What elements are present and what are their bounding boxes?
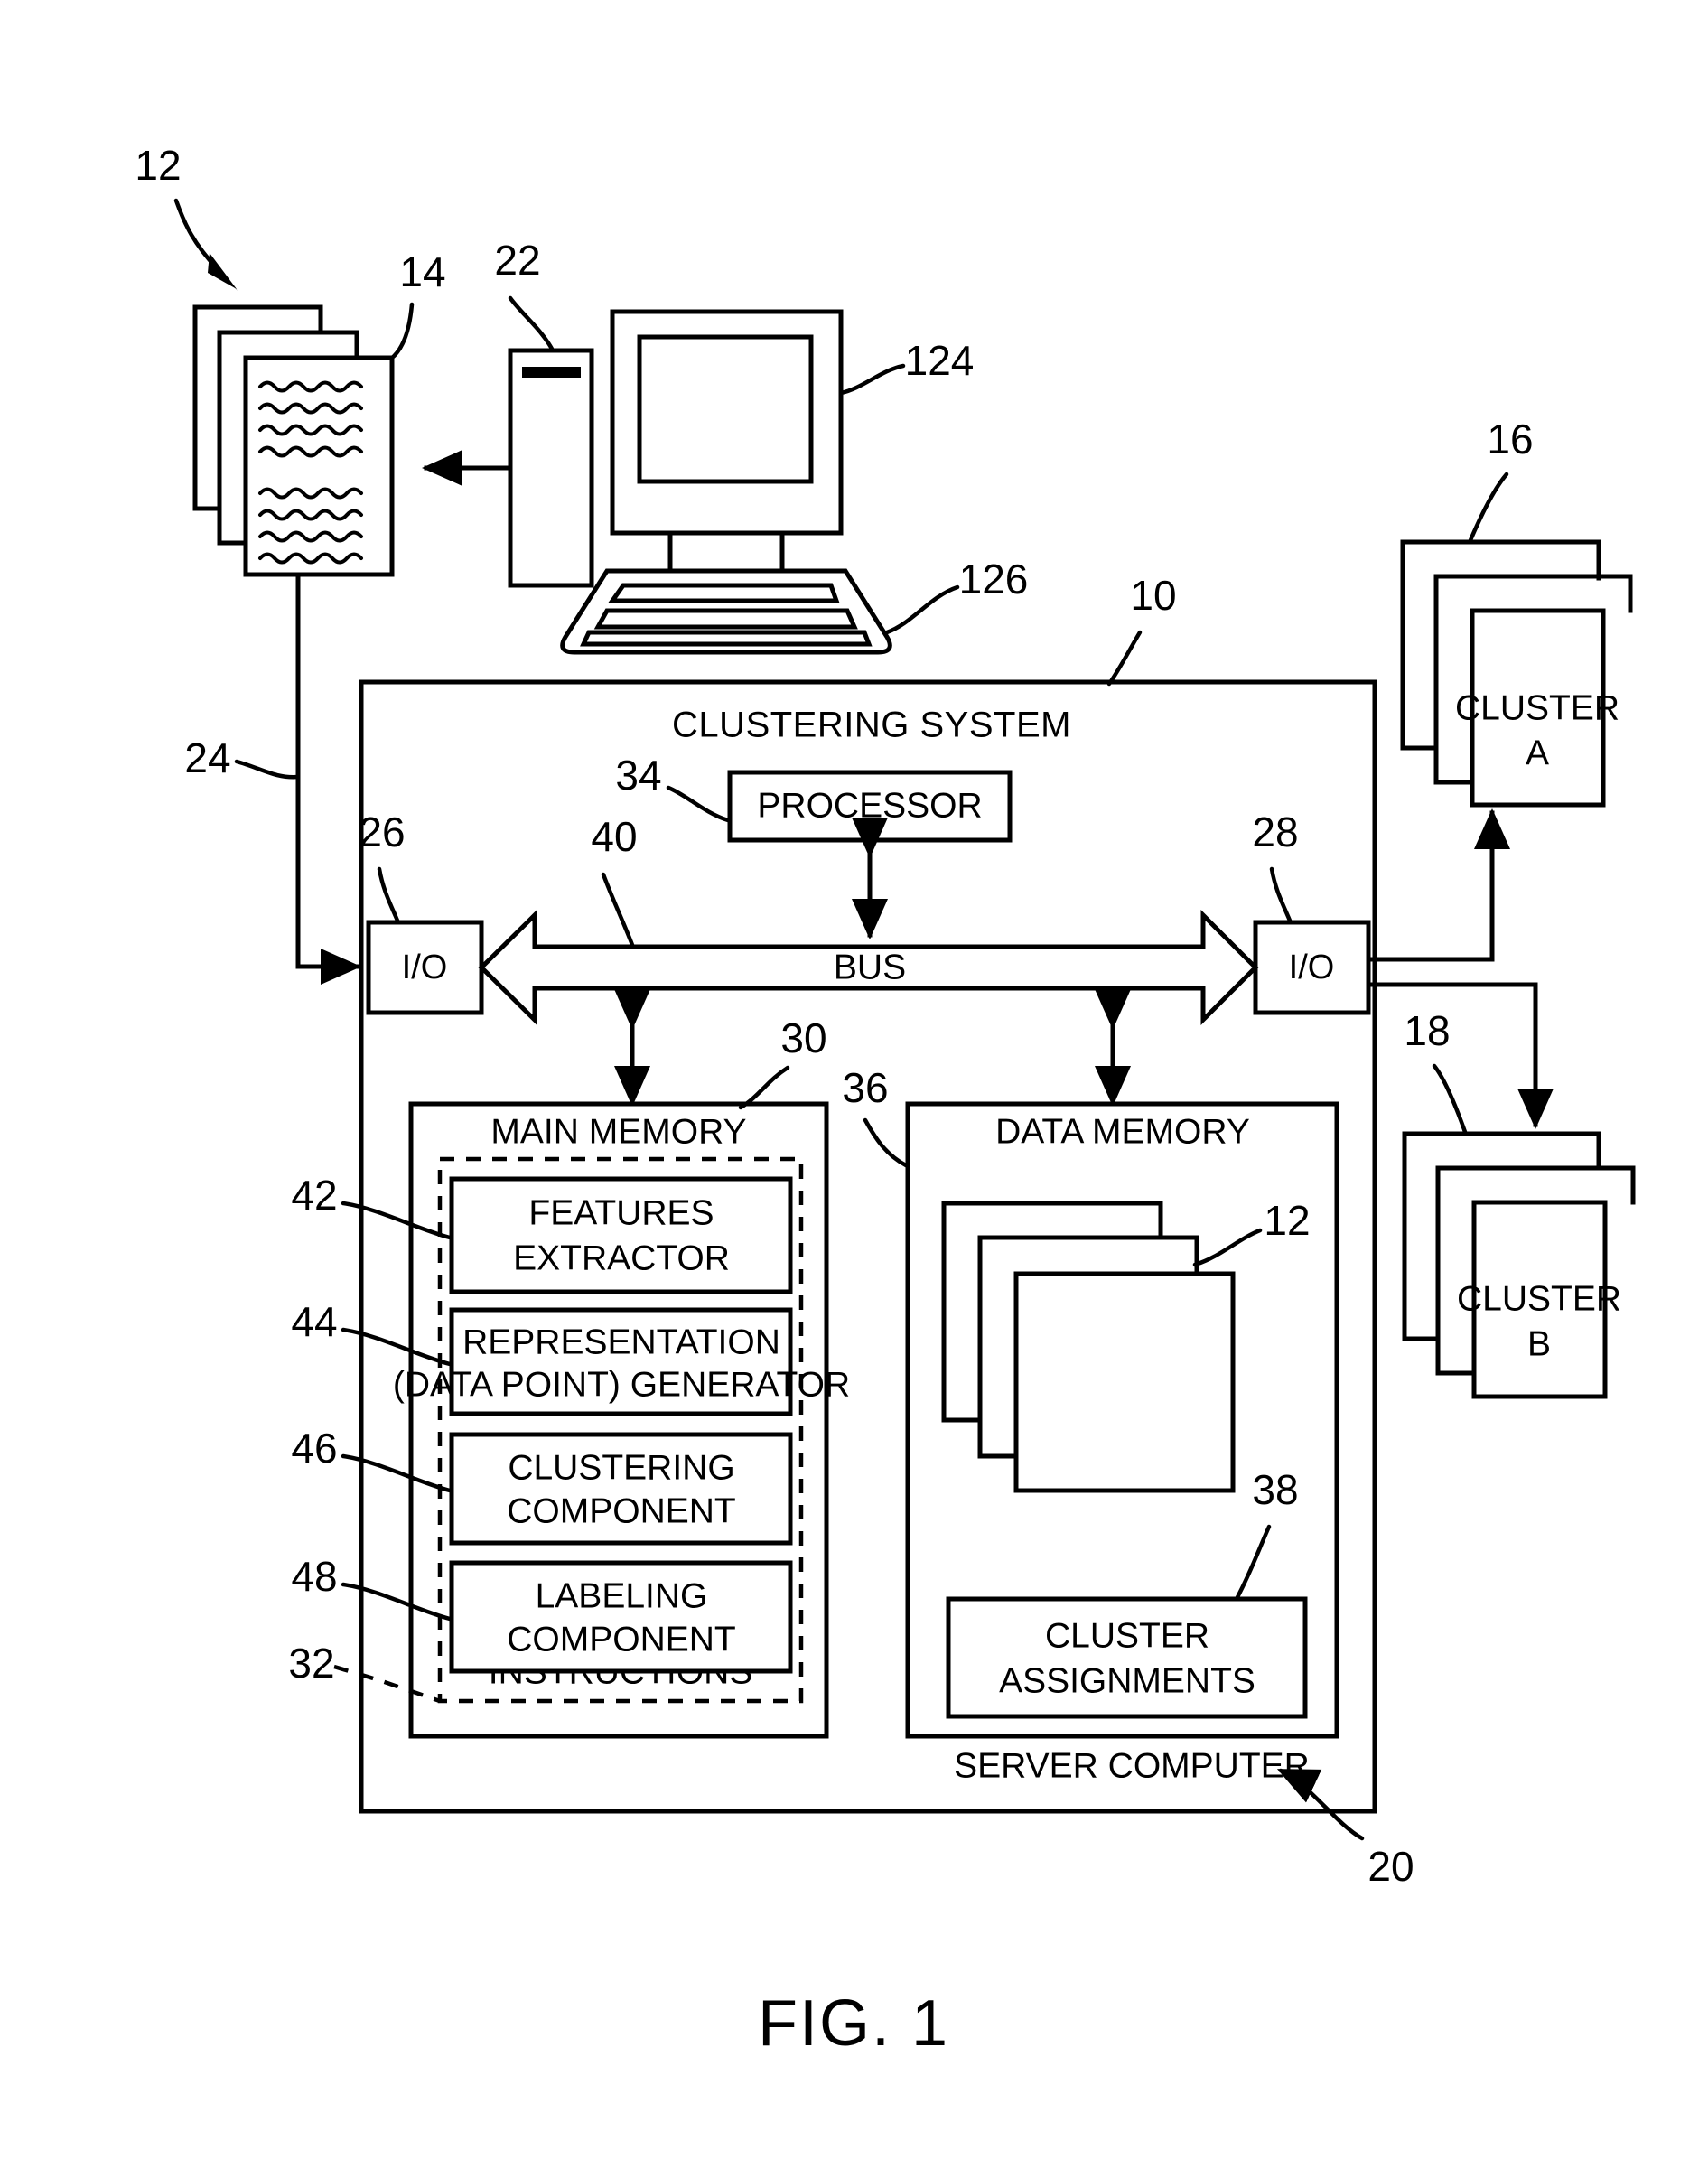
- representation-line1: REPRESENTATION: [462, 1323, 780, 1361]
- ref-num-24: 24: [184, 734, 230, 781]
- ref-22-leader: [508, 295, 555, 353]
- front-document: [243, 355, 395, 577]
- ref-num-46: 46: [291, 1425, 337, 1472]
- cluster-a-stack: CLUSTER A: [1400, 539, 1633, 808]
- ref-num-22: 22: [494, 237, 540, 284]
- ref-12-leader: [173, 198, 238, 291]
- ref-num-20: 20: [1367, 1843, 1414, 1890]
- ref-124-leader: [838, 363, 906, 396]
- labeling-component-line1: LABELING: [536, 1576, 708, 1615]
- ref-num-16: 16: [1487, 416, 1533, 463]
- cluster-b-line2: B: [1527, 1324, 1551, 1363]
- ref-num-126: 126: [959, 556, 1029, 603]
- figure-canvas: 12 14 22 124 126 24 10 CLUSTERING SYSTEM…: [135, 142, 1636, 2060]
- client-monitor: [610, 309, 844, 574]
- cluster-assignments-line1: CLUSTER: [1045, 1616, 1209, 1655]
- ref-18-leader: [1432, 1063, 1468, 1135]
- ref-10-leader: [1106, 630, 1143, 687]
- ref-num-28: 28: [1252, 808, 1298, 855]
- ref-num-12: 12: [135, 142, 181, 189]
- ref-num-36: 36: [842, 1064, 888, 1111]
- document-stack: [192, 304, 395, 577]
- ref-num-124: 124: [905, 337, 975, 384]
- server-computer-label: SERVER COMPUTER: [954, 1746, 1310, 1785]
- ref-num-40: 40: [591, 813, 637, 860]
- io-to-cluster-a-path: [1366, 808, 1510, 962]
- cluster-b-stack: CLUSTER B: [1402, 1131, 1636, 1399]
- ref-num-42: 42: [291, 1172, 337, 1219]
- io-right-label: I/O: [1289, 949, 1335, 986]
- data-point-front: [1013, 1271, 1236, 1493]
- clustering-component-line1: CLUSTERING: [508, 1448, 734, 1487]
- figure-caption: FIG. 1: [758, 1987, 949, 2060]
- tower-slot: [522, 367, 581, 378]
- cluster-a-line2: A: [1526, 734, 1549, 772]
- ref-16-leader: [1468, 472, 1509, 543]
- ref-num-44: 44: [291, 1298, 337, 1345]
- monitor-screen: [637, 334, 814, 484]
- labeling-component-line2: COMPONENT: [507, 1620, 736, 1659]
- client-computer-tower: [508, 348, 594, 588]
- patent-figure-1: 12 14 22 124 126 24 10 CLUSTERING SYSTEM…: [0, 0, 1708, 2159]
- ref-num-48: 48: [291, 1553, 337, 1600]
- representation-line2: (DATA POINT) GENERATOR: [393, 1365, 850, 1404]
- clustering-system-title: CLUSTERING SYSTEM: [672, 706, 1071, 745]
- ref-num-10: 10: [1130, 572, 1176, 619]
- data-memory-label: DATA MEMORY: [995, 1112, 1250, 1151]
- ref-num-14: 14: [399, 248, 445, 295]
- ref-num-12b: 12: [1264, 1197, 1310, 1244]
- io-left-label: I/O: [402, 949, 448, 986]
- features-extractor-line1: FEATURES: [528, 1193, 714, 1232]
- documents-to-io-link: [295, 572, 361, 985]
- processor-label: PROCESSOR: [757, 786, 982, 825]
- ref-24-leader: [234, 759, 301, 780]
- ref-num-32: 32: [288, 1640, 334, 1687]
- clustering-component-line2: COMPONENT: [507, 1491, 736, 1530]
- cluster-b-line1: CLUSTER: [1457, 1279, 1621, 1318]
- io-to-cluster-b-path: [1366, 982, 1554, 1129]
- cluster-a-line1: CLUSTER: [1455, 688, 1619, 727]
- ref-num-34: 34: [615, 752, 661, 799]
- ref-14-leader: [388, 302, 415, 361]
- ref-num-26: 26: [359, 808, 405, 855]
- main-memory-label: MAIN MEMORY: [490, 1112, 746, 1151]
- ref-num-30: 30: [780, 1014, 826, 1061]
- ref-num-18: 18: [1404, 1007, 1450, 1054]
- features-extractor-line2: EXTRACTOR: [513, 1238, 730, 1277]
- client-keyboard: [560, 568, 892, 655]
- bus-label: BUS: [834, 948, 906, 986]
- ref-num-38: 38: [1252, 1466, 1298, 1513]
- cluster-assignments-line2: ASSIGNMENTS: [999, 1661, 1255, 1700]
- ref-126-leader: [884, 584, 960, 635]
